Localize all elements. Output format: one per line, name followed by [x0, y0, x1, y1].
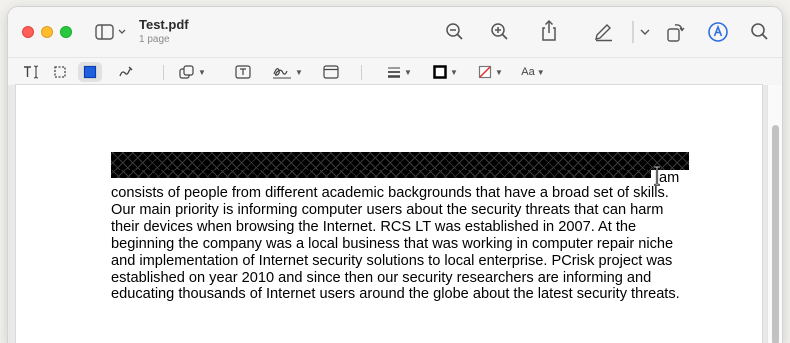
sidebar-toggle-button[interactable] — [94, 22, 128, 42]
pdf-page[interactable]: am consists of people from different aca… — [16, 85, 762, 343]
text-box-tool[interactable] — [232, 62, 254, 82]
vertical-scrollbar[interactable] — [767, 85, 782, 343]
highlighter-icon — [595, 24, 612, 42]
text-box-icon — [235, 65, 251, 79]
text-line: beginning the company was a local busine… — [111, 235, 674, 252]
document-paragraph[interactable]: consists of people from different academ… — [111, 185, 731, 303]
document-page-count: 1 page — [139, 34, 170, 45]
redaction-block[interactable] — [111, 170, 651, 178]
sidebar-icon — [95, 24, 126, 40]
chevron-down-icon: ▼ — [536, 67, 545, 77]
zoom-in-icon — [491, 23, 508, 40]
chevron-down-icon: ▼ — [295, 67, 303, 77]
fill-color-tool[interactable]: ▼ — [474, 62, 506, 82]
zoom-in-button[interactable] — [489, 21, 511, 43]
rectangular-selection-tool[interactable] — [49, 62, 71, 82]
chevron-down-icon: ▼ — [450, 67, 458, 77]
sketch-icon — [119, 66, 133, 77]
highlight-button[interactable] — [593, 20, 615, 42]
search-icon — [751, 23, 768, 40]
note-tool[interactable] — [320, 62, 342, 82]
text-line: established on year 2010 and since then … — [111, 269, 652, 286]
signature-icon — [273, 68, 292, 79]
text-style-label: Aa — [521, 66, 535, 78]
text-selection-tool[interactable] — [20, 62, 42, 82]
zoom-window-button[interactable] — [60, 26, 72, 38]
shapes-icon — [179, 65, 194, 79]
scrollbar-thumb[interactable] — [772, 125, 779, 343]
line-weight-icon — [388, 67, 401, 78]
search-button[interactable] — [749, 21, 771, 43]
document-title: Test.pdf — [139, 17, 189, 32]
redact-icon — [83, 65, 97, 79]
markup-icon — [708, 22, 728, 42]
text-line: Our main priority is informing computer … — [111, 201, 664, 218]
redact-tool[interactable] — [78, 62, 102, 82]
border-color-icon — [433, 65, 447, 79]
fill-color-icon — [478, 65, 492, 79]
shape-style-tool[interactable]: ▼ — [383, 62, 415, 82]
chevron-down-icon — [640, 29, 650, 35]
zoom-out-icon — [446, 23, 463, 40]
text-cursor-icon — [654, 166, 660, 186]
share-button[interactable] — [538, 19, 560, 43]
text-line: educating thousands of Internet users ar… — [111, 286, 680, 303]
chevron-down-icon: ▼ — [495, 67, 503, 77]
text-style-tool[interactable]: Aa ▼ — [516, 62, 550, 82]
title-bar: Test.pdf 1 page — [8, 7, 782, 57]
zoom-out-button[interactable] — [444, 21, 466, 43]
toolbar-divider — [632, 21, 634, 43]
sketch-tool[interactable] — [115, 62, 137, 82]
highlight-options-button[interactable] — [638, 24, 652, 40]
text-cursor-icon — [24, 65, 39, 79]
text-line: consists of people from different academ… — [111, 185, 669, 201]
preview-window: Test.pdf 1 page ▼ ▼ ▼ ▼ ▼ Aa ▼ am consis… — [8, 7, 782, 343]
document-viewport[interactable]: am consists of people from different aca… — [8, 85, 782, 343]
share-icon — [542, 19, 556, 41]
markup-divider — [361, 65, 362, 80]
text-line: their devices when browsing the Internet… — [111, 218, 637, 235]
border-color-tool[interactable]: ▼ — [429, 62, 461, 82]
rotate-icon — [667, 24, 685, 42]
minimize-window-button[interactable] — [41, 26, 53, 38]
markup-toolbar: ▼ ▼ ▼ ▼ ▼ Aa ▼ — [8, 57, 782, 86]
text-line: and implementation of Internet security … — [111, 252, 673, 269]
chevron-down-icon: ▼ — [404, 67, 412, 77]
markup-button[interactable] — [706, 20, 730, 44]
sign-tool[interactable]: ▼ — [270, 62, 304, 82]
selection-rectangle-icon — [54, 66, 66, 78]
note-icon — [323, 65, 339, 79]
chevron-down-icon: ▼ — [198, 67, 206, 77]
markup-divider — [163, 65, 164, 80]
shapes-tool[interactable]: ▼ — [176, 62, 208, 82]
close-window-button[interactable] — [22, 26, 34, 38]
redaction-block[interactable] — [111, 152, 689, 170]
rotate-button[interactable] — [664, 20, 686, 44]
